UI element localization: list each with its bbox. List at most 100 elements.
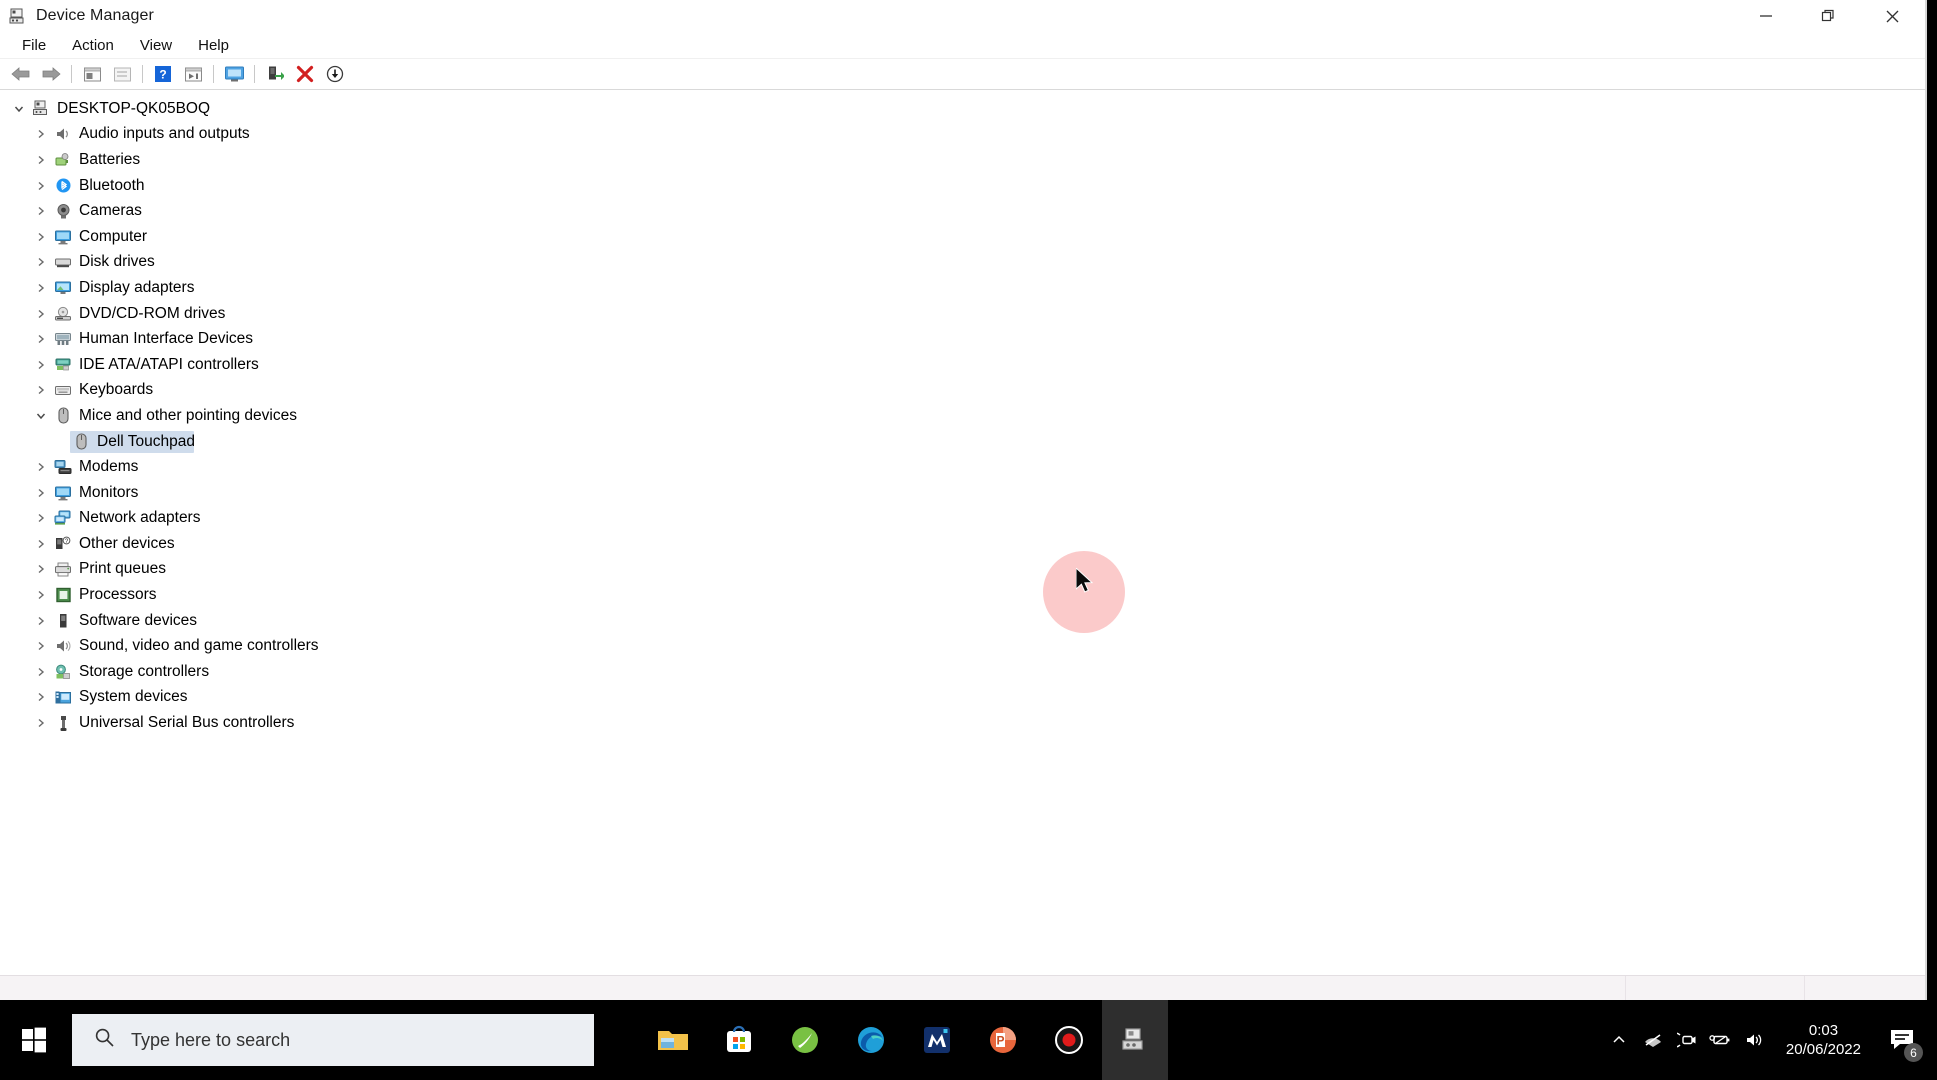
chevron-right-icon[interactable] [30,231,52,243]
computer-root-icon [30,100,52,118]
disable-device-icon[interactable] [320,61,350,87]
device-tree[interactable]: DESKTOP-QK05BOQ Audio inputs and outputs [0,90,1925,975]
microsoft-edge-icon[interactable] [838,1000,904,1080]
properties-icon[interactable] [77,61,107,87]
tree-item-batteries[interactable]: Batteries [0,147,1925,173]
chevron-right-icon[interactable] [30,282,52,294]
tree-item-label: Human Interface Devices [79,330,254,348]
chevron-right-icon[interactable] [30,640,52,652]
tree-item-label: Batteries [79,150,141,168]
screen: Device Manager File Action View Help ? D… [0,0,1937,1080]
show-hidden-icons-chevron[interactable] [1602,1000,1636,1080]
chevron-right-icon[interactable] [30,359,52,371]
back-icon[interactable] [6,61,36,87]
forward-icon[interactable] [36,61,66,87]
chevron-right-icon[interactable] [30,128,52,140]
chevron-right-icon[interactable] [30,180,52,192]
uninstall-device-icon[interactable] [290,61,320,87]
help-icon[interactable]: ? [148,61,178,87]
chevron-right-icon[interactable] [30,308,52,320]
menu-item-view[interactable]: View [128,35,184,56]
chevron-right-icon[interactable] [30,256,52,268]
tree-item-cameras[interactable]: Cameras [0,198,1925,224]
restore-button[interactable] [1797,0,1859,32]
tree-item-bluetooth[interactable]: Bluetooth [0,173,1925,199]
tree-item-network-adapters[interactable]: Network adapters [0,506,1925,532]
chevron-right-icon[interactable] [30,333,52,345]
tree-item-storage-controllers[interactable]: Storage controllers [0,659,1925,685]
chevron-right-icon[interactable] [30,512,52,524]
chevron-right-icon[interactable] [30,461,52,473]
chevron-right-icon[interactable] [30,487,52,499]
chevron-right-icon[interactable] [30,154,52,166]
tree-item-computer[interactable]: Computer [0,224,1925,250]
chevron-right-icon[interactable] [30,563,52,575]
menu-item-action[interactable]: Action [60,35,126,56]
scan-hardware-changes-icon[interactable] [219,61,249,87]
tree-item-print-queues[interactable]: Print queues [0,557,1925,583]
blue-m-app-icon[interactable] [904,1000,970,1080]
device-manager-window: Device Manager File Action View Help ? D… [0,0,1927,1000]
green-app-icon[interactable] [772,1000,838,1080]
tree-item-other-devices[interactable]: ? Other devices [0,531,1925,557]
chevron-right-icon[interactable] [30,666,52,678]
chevron-right-icon[interactable] [30,691,52,703]
tree-item-label: Audio inputs and outputs [79,125,250,143]
file-explorer-icon[interactable] [640,1000,706,1080]
menu-item-help[interactable]: Help [186,35,241,56]
chevron-right-icon[interactable] [30,205,52,217]
menu-item-file[interactable]: File [10,35,58,56]
update-driver-icon[interactable] [107,61,137,87]
monitor-icon [52,228,74,246]
chevron-right-icon[interactable] [30,384,52,396]
search-box[interactable]: Type here to search [72,1014,594,1066]
action-center-icon[interactable]: 6 [1875,1000,1929,1080]
chevron-down-icon[interactable] [8,103,30,115]
tree-item-sound-video-and-game-controllers[interactable]: Sound, video and game controllers [0,633,1925,659]
microsoft-store-icon[interactable] [706,1000,772,1080]
chevron-right-icon[interactable] [30,589,52,601]
tree-item-dell-touchpad[interactable]: Dell Touchpad [0,429,1925,455]
clock[interactable]: 0:03 20/06/2022 [1786,1021,1861,1059]
show-hidden-devices-icon[interactable] [178,61,208,87]
powerpoint-icon[interactable]: P [970,1000,1036,1080]
toolbar-separator [254,65,255,83]
chevron-right-icon[interactable] [30,538,52,550]
tree-item-software-devices[interactable]: Software devices [0,608,1925,634]
tree-item-human-interface-devices[interactable]: Human Interface Devices [0,326,1925,352]
tree-item-mice-and-other-pointing-devices[interactable]: Mice and other pointing devices [0,403,1925,429]
tree-item-processors[interactable]: Processors [0,582,1925,608]
camera-privacy-icon[interactable] [1670,1000,1704,1080]
tree-item-display-adapters[interactable]: Display adapters [0,275,1925,301]
volume-icon[interactable] [1738,1000,1772,1080]
tree-item-keyboards[interactable]: Keyboards [0,378,1925,404]
chevron-right-icon[interactable] [30,615,52,627]
tree-item-dvd-cd-rom-drives[interactable]: DVD/CD-ROM drives [0,301,1925,327]
tree-item-ide-ata-atapi-controllers[interactable]: IDE ATA/ATAPI controllers [0,352,1925,378]
search-input[interactable]: Type here to search [131,1030,290,1051]
battery-icon [52,151,74,169]
network-disconnected-icon[interactable] [1636,1000,1670,1080]
tree-item-system-devices[interactable]: System devices [0,685,1925,711]
tree-root-node[interactable]: DESKTOP-QK05BOQ [0,96,1925,122]
tree-item-label: Modems [79,458,139,476]
tree-item-label: Universal Serial Bus controllers [79,714,295,732]
hid-icon [52,330,74,348]
tree-item-disk-drives[interactable]: Disk drives [0,250,1925,276]
tree-item-modems[interactable]: Modems [0,454,1925,480]
chevron-right-icon[interactable] [30,717,52,729]
chevron-down-icon[interactable] [30,410,52,422]
tree-item-audio-inputs-and-outputs[interactable]: Audio inputs and outputs [0,122,1925,148]
tree-item-label: Processors [79,586,157,604]
close-button[interactable] [1859,0,1925,32]
enable-device-icon[interactable] [260,61,290,87]
tree-item-universal-serial-bus-controllers[interactable]: Universal Serial Bus controllers [0,710,1925,736]
battery-icon[interactable] [1704,1000,1738,1080]
tree-item-monitors[interactable]: Monitors [0,480,1925,506]
start-button[interactable] [0,1000,68,1080]
minimize-button[interactable] [1735,0,1797,32]
device-manager-taskbar-icon[interactable] [1102,1000,1168,1080]
mouse-icon [52,407,74,425]
screen-recorder-icon[interactable] [1036,1000,1102,1080]
status-segment [1804,976,1925,1000]
